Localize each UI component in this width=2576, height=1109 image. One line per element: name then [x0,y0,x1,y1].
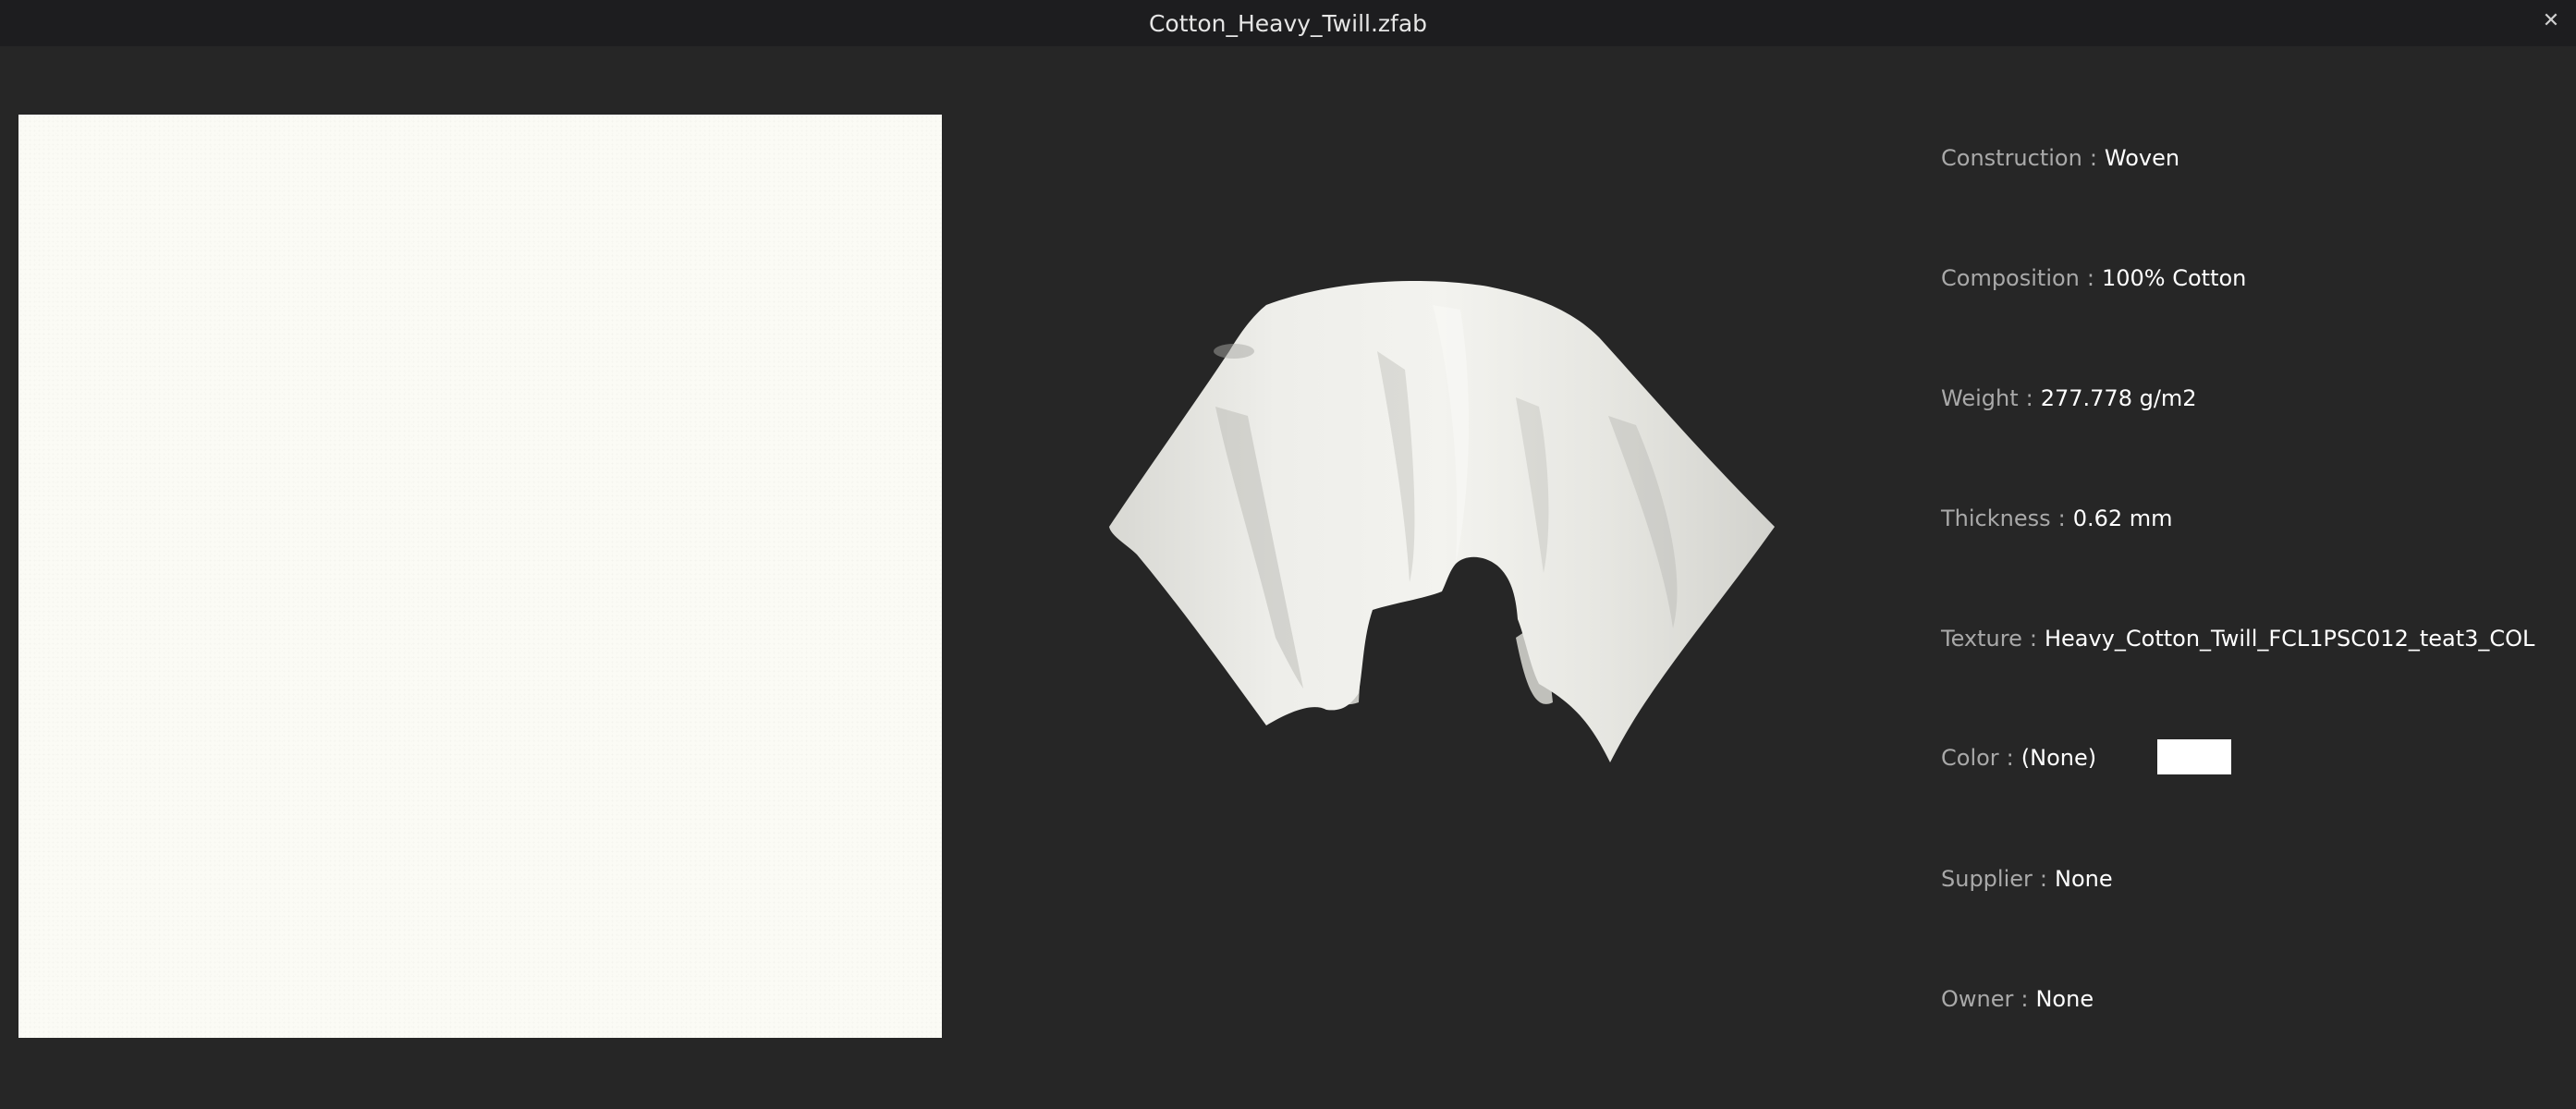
property-separator: : [2006,745,2014,771]
property-value: Heavy_Cotton_Twill_FCL1PSC012_teat3_COL [2044,626,2535,652]
fabric-texture-swatch [18,115,942,1038]
property-separator: : [2021,986,2029,1012]
property-texture: Texture: Heavy_Cotton_Twill_FCL1PSC012_te… [1941,620,2534,657]
property-thickness: Thickness:0.62 mm [1941,500,2173,537]
property-label: Weight [1941,385,2019,411]
fabric-properties-panel: Construction: Woven Composition:100% Cott… [1941,0,2551,1109]
property-separator: : [2039,866,2047,892]
fabric-preview-window: Cotton_Heavy_Twill.zfab ✕ Construction: W… [0,0,2576,1109]
property-label: Color [1941,745,1999,771]
property-value: 0.62 mm [2072,506,2173,531]
property-composition: Composition:100% Cotton [1941,260,2246,297]
property-color: Color: (None) [1941,739,2096,776]
property-label: Construction [1941,145,2082,171]
property-separator: : [2025,385,2033,411]
property-weight: Weight:277.778 g/m2 [1941,380,2197,417]
property-separator: : [2029,626,2037,652]
property-value: 100% Cotton [2101,265,2247,291]
property-separator: : [2057,506,2066,531]
property-value: None [2035,986,2094,1012]
property-label: Thickness [1941,506,2051,531]
property-value: None [2054,866,2113,892]
property-value: (None) [2021,745,2097,771]
property-construction: Construction: Woven [1941,140,2179,177]
drape-cloth [1109,281,1775,762]
property-owner: Owner: None [1941,981,2094,1018]
property-separator: : [2089,145,2097,171]
property-value: 277.778 g/m2 [2040,385,2197,411]
property-separator: : [2086,265,2094,291]
property-label: Texture [1941,626,2022,652]
color-swatch-box [2157,739,2231,774]
drape-top-crease [1214,344,1254,359]
property-label: Owner [1941,986,2014,1012]
property-supplier: Supplier: None [1941,860,2113,897]
property-label: Supplier [1941,866,2033,892]
fabric-drape-3d-preview [1109,281,1775,762]
property-label: Composition [1941,265,2080,291]
property-value: Woven [2104,145,2180,171]
